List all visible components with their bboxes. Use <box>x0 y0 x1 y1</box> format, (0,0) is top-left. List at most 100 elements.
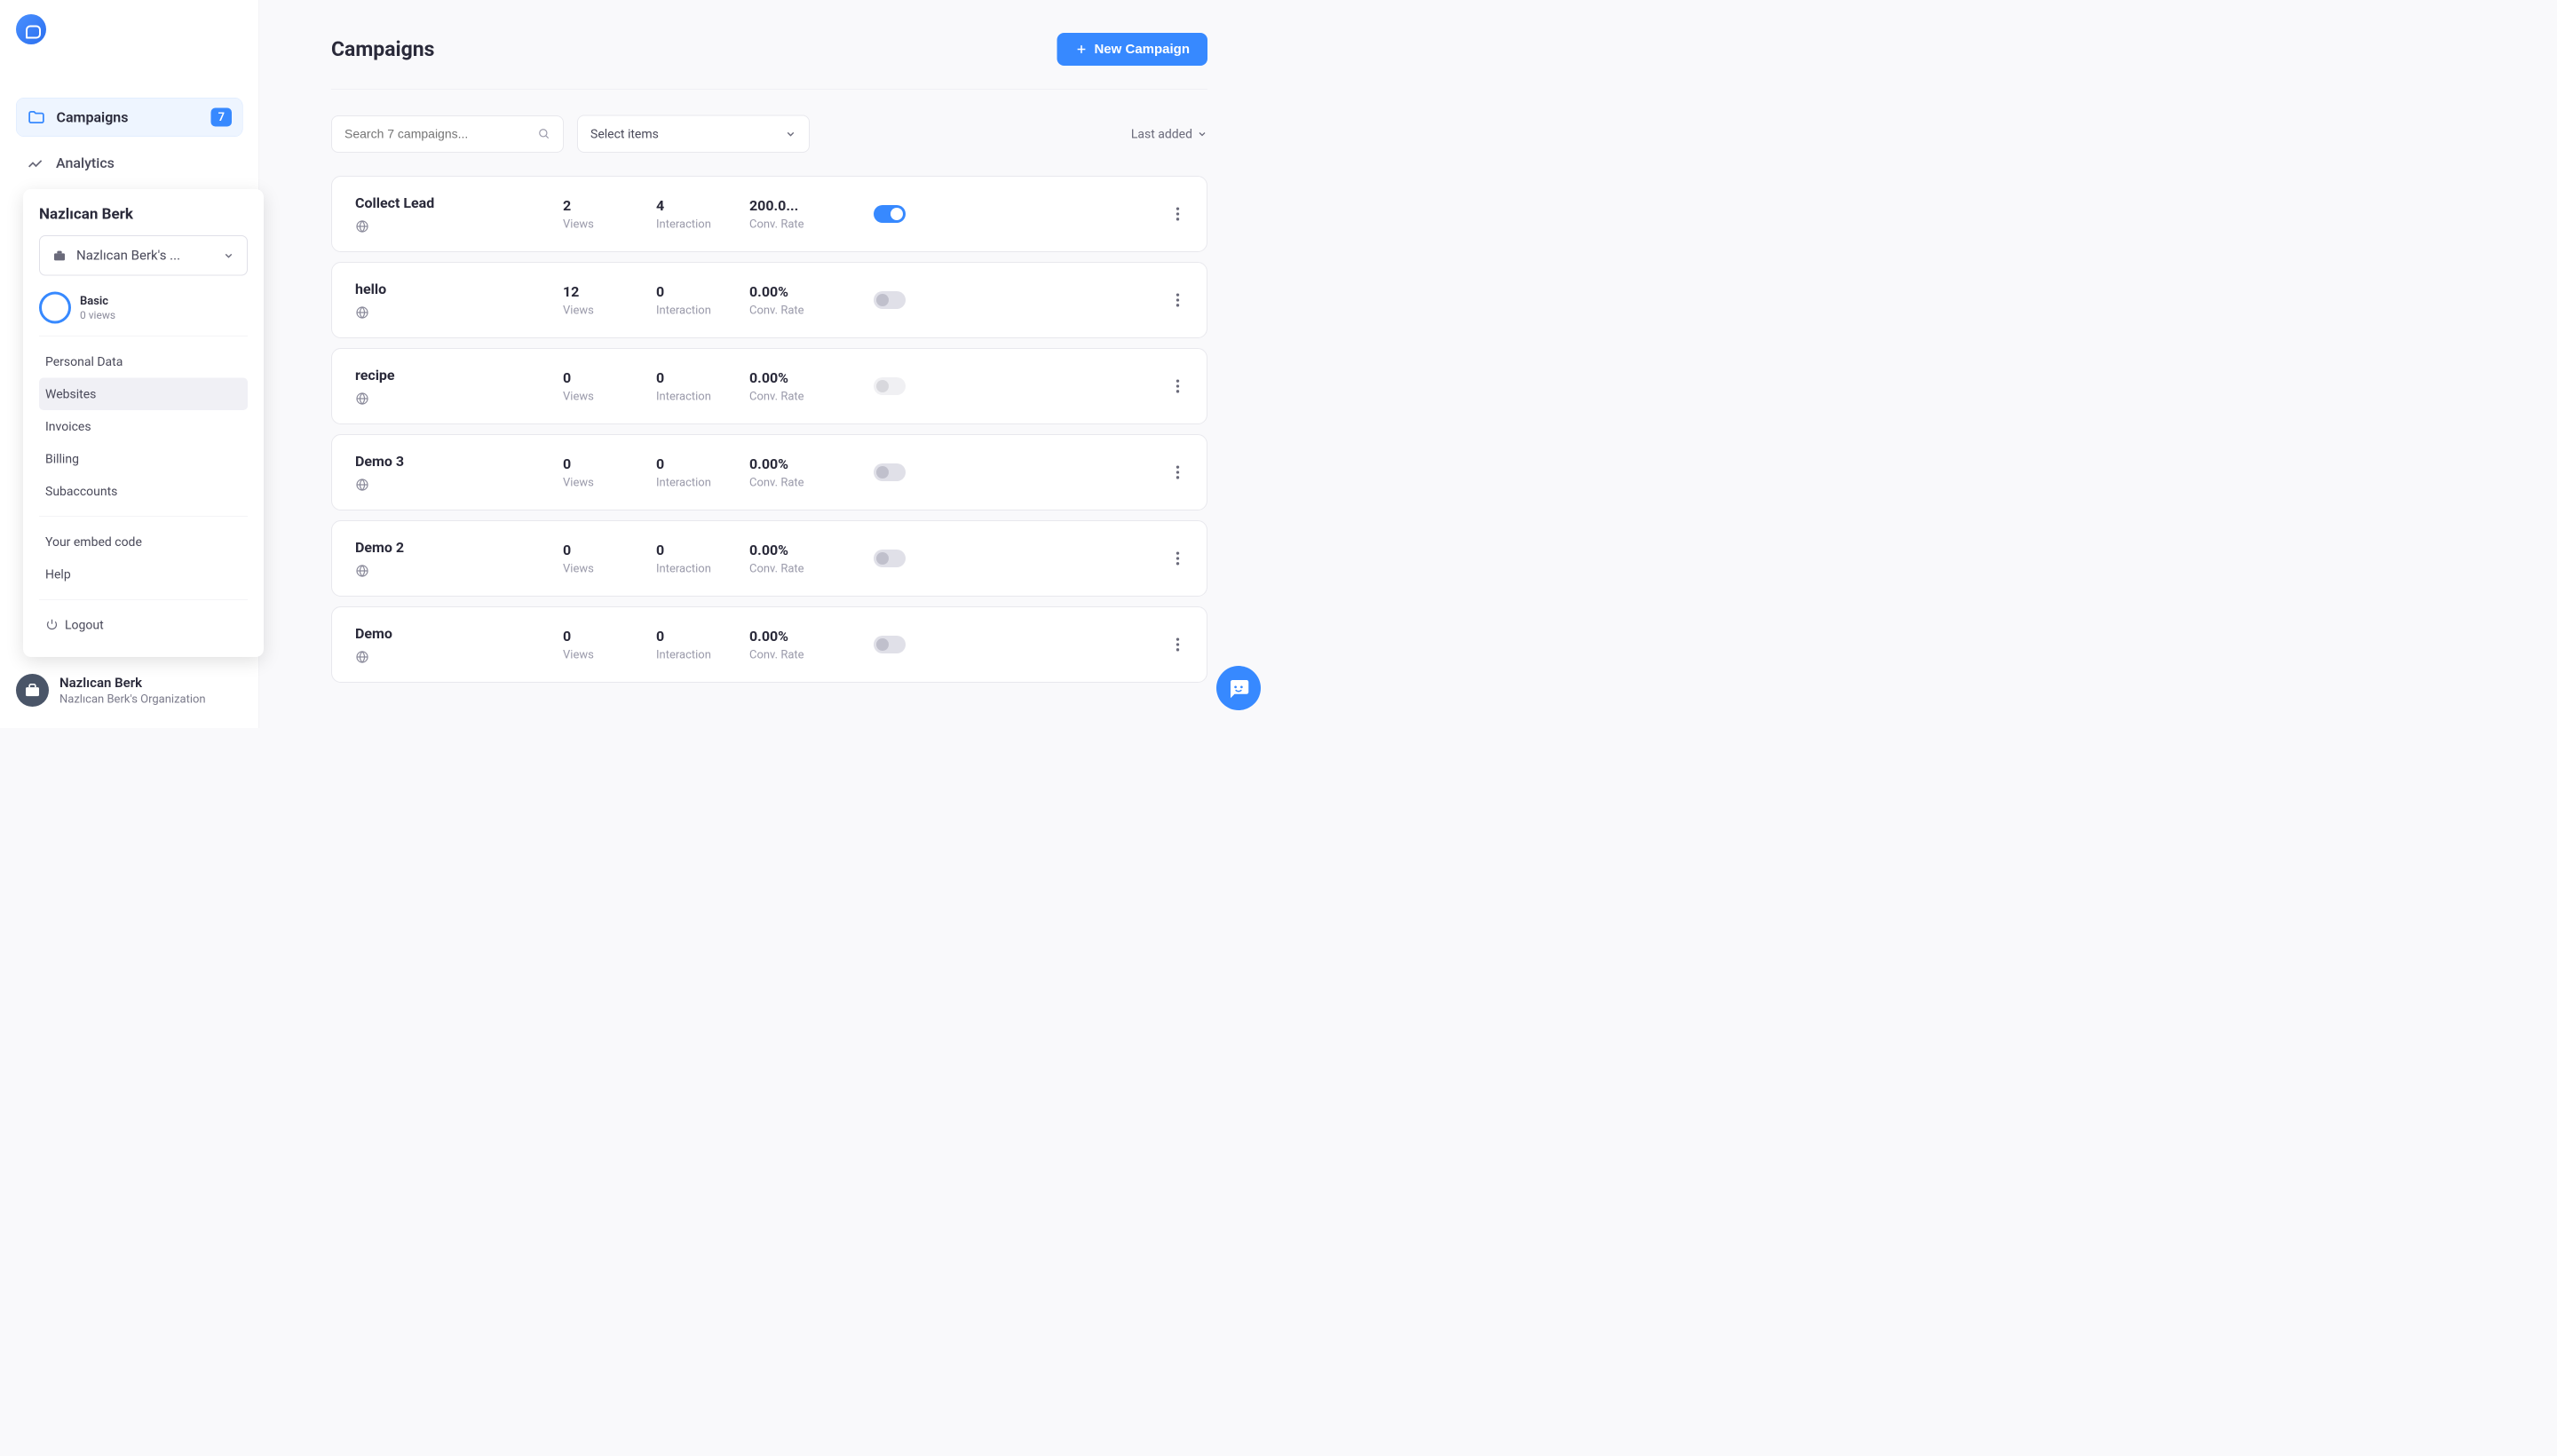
more-button[interactable] <box>1172 635 1184 655</box>
campaign-card[interactable]: Demo 3 0 Views 0 Interaction 0.00% Conv.… <box>331 434 1207 510</box>
conv-rate-label: Conv. Rate <box>749 304 874 317</box>
campaign-actions <box>874 463 1184 483</box>
campaign-card[interactable]: Demo 2 0 Views 0 Interaction 0.00% Conv.… <box>331 520 1207 597</box>
power-icon <box>45 618 59 631</box>
campaign-card[interactable]: hello 12 Views 0 Interaction 0.00% Conv.… <box>331 262 1207 338</box>
globe-icon <box>355 392 369 406</box>
toggle-knob <box>876 466 889 479</box>
menu-websites[interactable]: Websites <box>39 378 248 411</box>
campaign-card[interactable]: recipe 0 Views 0 Interaction 0.00% Conv.… <box>331 348 1207 424</box>
campaign-actions <box>874 204 1184 225</box>
plus-icon <box>1074 43 1088 56</box>
toggle-knob <box>891 208 903 220</box>
views-stat: 0 Views <box>563 628 656 661</box>
more-button[interactable] <box>1172 290 1184 311</box>
views-label: Views <box>563 390 656 403</box>
campaign-toggle[interactable] <box>874 463 906 481</box>
org-selector[interactable]: Nazlıcan Berk's ... <box>39 235 248 276</box>
more-button[interactable] <box>1172 549 1184 569</box>
campaign-toggle[interactable] <box>874 205 906 223</box>
views-stat: 0 Views <box>563 455 656 489</box>
campaign-title: Demo <box>355 625 563 642</box>
menu-invoices[interactable]: Invoices <box>39 410 248 443</box>
sidebar-item-campaigns[interactable]: Campaigns 7 <box>16 98 243 137</box>
new-campaign-button[interactable]: New Campaign <box>1057 33 1207 66</box>
views-value: 0 <box>563 628 656 645</box>
campaign-name-col: Demo 3 <box>355 453 563 492</box>
more-button[interactable] <box>1172 376 1184 397</box>
sidebar-item-label: Campaigns <box>57 109 211 126</box>
divider <box>39 599 248 600</box>
sidebar-item-label: Analytics <box>56 154 233 171</box>
campaign-name-col: recipe <box>355 367 563 406</box>
search-input[interactable] <box>344 127 538 141</box>
globe-icon <box>355 650 369 664</box>
views-value: 12 <box>563 283 656 300</box>
conv-rate-stat: 0.00% Conv. Rate <box>749 628 874 661</box>
conv-rate-stat: 0.00% Conv. Rate <box>749 455 874 489</box>
chat-bubble-button[interactable] <box>1216 666 1261 710</box>
interaction-stat: 0 Interaction <box>656 542 749 575</box>
app-logo[interactable] <box>16 14 46 44</box>
popup-user-name: Nazlıcan Berk <box>39 205 248 223</box>
interaction-stat: 0 Interaction <box>656 283 749 317</box>
campaign-toggle[interactable] <box>874 377 906 395</box>
interaction-value: 4 <box>656 197 749 214</box>
interaction-label: Interaction <box>656 304 749 317</box>
interaction-value: 0 <box>656 369 749 386</box>
interaction-stat: 0 Interaction <box>656 455 749 489</box>
page-title: Campaigns <box>331 37 434 61</box>
interaction-label: Interaction <box>656 476 749 489</box>
interaction-label: Interaction <box>656 390 749 403</box>
sidebar-user-footer[interactable]: Nazlıcan Berk Nazlıcan Berk's Organizati… <box>16 674 243 707</box>
views-stat: 2 Views <box>563 197 656 231</box>
items-select[interactable]: Select items <box>577 115 810 154</box>
campaign-toggle[interactable] <box>874 550 906 567</box>
plan-usage: Basic 0 views <box>39 292 248 324</box>
campaign-toggle[interactable] <box>874 291 906 309</box>
campaign-card[interactable]: Collect Lead 2 Views 4 Interaction 200.0… <box>331 176 1207 252</box>
avatar <box>16 674 49 707</box>
logout-label: Logout <box>65 618 104 633</box>
menu-subaccounts[interactable]: Subaccounts <box>39 475 248 508</box>
globe-icon <box>355 478 369 492</box>
search-box[interactable] <box>331 115 564 153</box>
interaction-stat: 0 Interaction <box>656 369 749 403</box>
conv-rate-value: 0.00% <box>749 455 874 472</box>
sidebar-item-analytics[interactable]: Analytics <box>16 144 243 182</box>
menu-billing[interactable]: Billing <box>39 443 248 476</box>
views-label: Views <box>563 648 656 661</box>
conv-rate-value: 0.00% <box>749 369 874 386</box>
views-label: Views <box>563 562 656 575</box>
usage-progress-circle <box>39 292 71 324</box>
toggle-knob <box>876 380 889 392</box>
plan-views: 0 views <box>80 309 115 321</box>
campaign-actions <box>874 290 1184 311</box>
menu-help[interactable]: Help <box>39 558 248 591</box>
menu-personal-data[interactable]: Personal Data <box>39 345 248 378</box>
interaction-stat: 4 Interaction <box>656 197 749 231</box>
conv-rate-label: Conv. Rate <box>749 476 874 489</box>
toggle-knob <box>876 638 889 651</box>
views-label: Views <box>563 476 656 489</box>
sort-dropdown[interactable]: Last added <box>1131 127 1207 142</box>
chart-line-icon <box>27 154 45 172</box>
interaction-value: 0 <box>656 455 749 472</box>
campaign-toggle[interactable] <box>874 636 906 653</box>
toggle-knob <box>876 552 889 565</box>
main-content: Campaigns New Campaign <box>259 0 1278 728</box>
interaction-label: Interaction <box>656 562 749 575</box>
more-button[interactable] <box>1172 204 1184 225</box>
search-icon <box>538 128 550 140</box>
conv-rate-label: Conv. Rate <box>749 218 874 231</box>
conv-rate-label: Conv. Rate <box>749 648 874 661</box>
conv-rate-value: 0.00% <box>749 283 874 300</box>
more-button[interactable] <box>1172 463 1184 483</box>
campaign-card[interactable]: Demo 0 Views 0 Interaction 0.00% Conv. R… <box>331 606 1207 683</box>
menu-embed-code[interactable]: Your embed code <box>39 526 248 558</box>
campaign-actions <box>874 635 1184 655</box>
plan-tier: Basic <box>80 294 115 307</box>
menu-logout[interactable]: Logout <box>39 609 248 642</box>
interaction-stat: 0 Interaction <box>656 628 749 661</box>
sort-label-text: Last added <box>1131 127 1192 142</box>
